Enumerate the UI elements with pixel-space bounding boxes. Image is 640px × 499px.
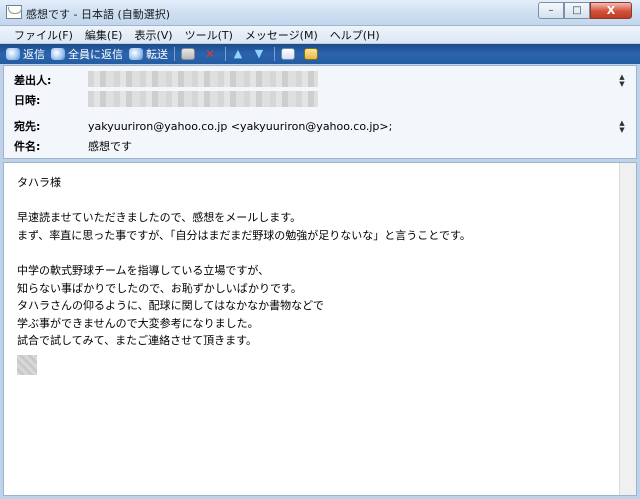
menu-file[interactable]: ファイル(F): [8, 27, 79, 43]
to-label: 宛先:: [14, 120, 41, 133]
maximize-button[interactable]: □: [564, 2, 590, 19]
address-book-button[interactable]: [304, 48, 321, 60]
title-bar: 感想です - 日本語 (自動選択) – □ X: [0, 0, 640, 26]
menu-help[interactable]: ヘルプ(H): [324, 27, 386, 43]
message-body[interactable]: タハラ様 早速読ませていただきましたので、感想をメールします。 まず、率直に思っ…: [3, 162, 637, 496]
date-label: 日時:: [14, 94, 41, 107]
address-book-icon: [304, 48, 318, 60]
message-header: 差出人: 日時: 宛先: yakyuuriron@yahoo.co.jp <ya…: [3, 65, 637, 159]
redacted-date: [88, 91, 318, 107]
previous-button[interactable]: ▲: [232, 48, 247, 60]
from-scroll-arrows[interactable]: ▲ ▼: [618, 74, 626, 88]
forward-icon: [129, 48, 143, 60]
toolbar-separator: [225, 47, 226, 61]
message-text: タハラ様 早速読ませていただきましたので、感想をメールします。 まず、率直に思っ…: [17, 176, 471, 348]
redacted-signature: [17, 355, 37, 375]
next-button[interactable]: ▼: [253, 48, 268, 60]
reply-all-label: 全員に返信: [68, 48, 123, 61]
reply-all-icon: [51, 48, 65, 60]
contacts-button[interactable]: [281, 48, 298, 60]
redacted-sender: [88, 71, 318, 87]
toolbar: 返信 全員に返信 転送 ✕ ▲ ▼: [0, 44, 640, 64]
subject-value: 感想です: [88, 140, 132, 153]
to-value[interactable]: yakyuuriron@yahoo.co.jp <yakyuuriron@yah…: [88, 120, 392, 133]
arrow-up-icon: ▲: [233, 47, 243, 60]
forward-label: 転送: [146, 48, 168, 61]
mail-icon: [6, 5, 22, 19]
from-label: 差出人:: [14, 74, 52, 87]
delete-button[interactable]: ✕: [204, 48, 219, 60]
close-button[interactable]: X: [590, 2, 632, 19]
address-card-icon: [281, 48, 295, 60]
from-row: 差出人:: [4, 70, 614, 88]
menu-bar: ファイル(F) 編集(E) 表示(V) ツール(T) メッセージ(M) ヘルプ(…: [0, 26, 640, 44]
arrow-down-icon: ▼: [254, 47, 264, 60]
window-controls: – □ X: [538, 2, 632, 19]
toolbar-separator: [274, 47, 275, 61]
menu-message[interactable]: メッセージ(M): [239, 27, 324, 43]
subject-label: 件名:: [14, 140, 41, 153]
menu-view[interactable]: 表示(V): [128, 27, 178, 43]
delete-icon: ✕: [204, 47, 216, 61]
reply-button[interactable]: 返信: [6, 46, 45, 62]
reply-icon: [6, 48, 20, 60]
print-icon: [181, 48, 195, 60]
date-row: 日時:: [4, 90, 614, 108]
vertical-scrollbar[interactable]: [619, 163, 636, 495]
window-title: 感想です - 日本語 (自動選択): [26, 8, 171, 21]
forward-button[interactable]: 転送: [129, 46, 168, 62]
reply-label: 返信: [23, 48, 45, 61]
menu-edit[interactable]: 編集(E): [79, 27, 129, 43]
menu-tools[interactable]: ツール(T): [179, 27, 239, 43]
minimize-button[interactable]: –: [538, 2, 564, 19]
to-row: 宛先: yakyuuriron@yahoo.co.jp <yakyuuriron…: [4, 116, 614, 134]
subject-row: 件名: 感想です: [4, 136, 614, 154]
reply-all-button[interactable]: 全員に返信: [51, 46, 123, 62]
to-scroll-arrows[interactable]: ▲ ▼: [618, 120, 626, 134]
toolbar-separator: [174, 47, 175, 61]
print-button[interactable]: [181, 48, 198, 60]
